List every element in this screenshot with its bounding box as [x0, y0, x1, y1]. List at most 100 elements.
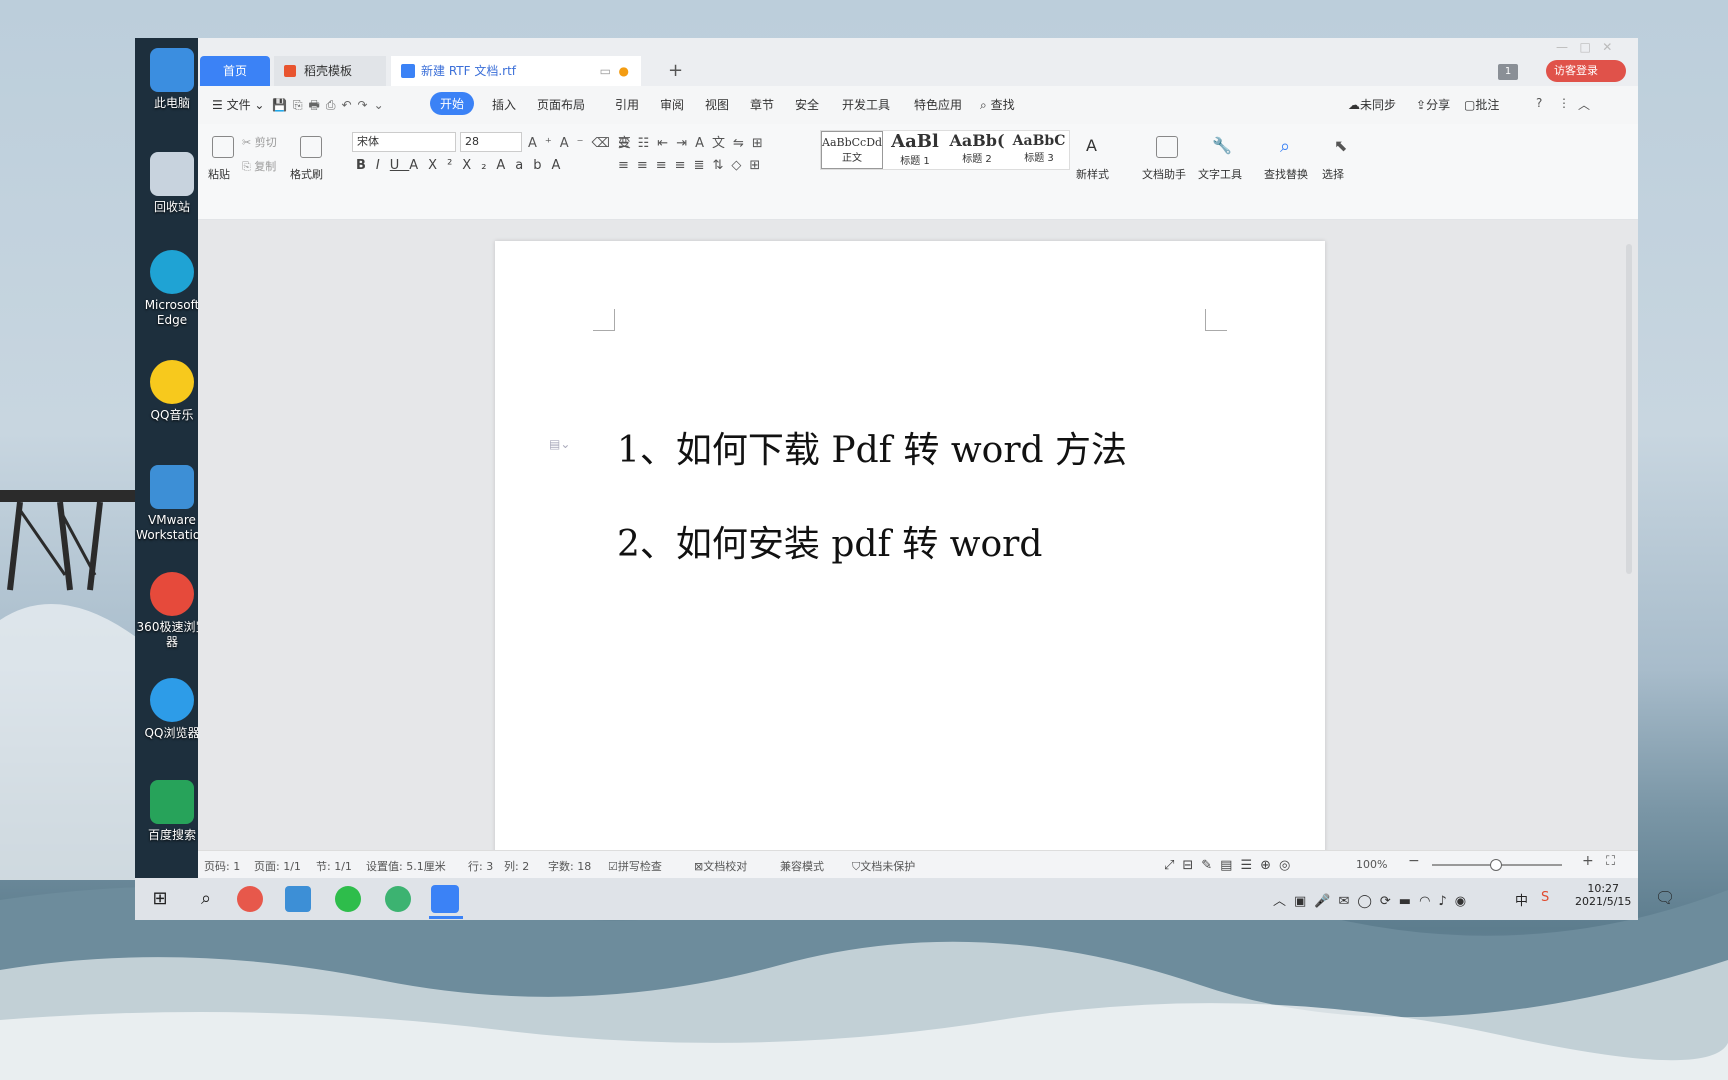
start-button[interactable]: ⊞: [143, 883, 177, 915]
status-word-count[interactable]: 字数: 18: [548, 858, 591, 874]
menu-tab-references[interactable]: 引用: [615, 96, 639, 113]
style-heading-3[interactable]: AaBbC 标题 3: [1009, 131, 1069, 169]
font-size-select[interactable]: 28: [460, 132, 522, 152]
new-tab-button[interactable]: +: [654, 56, 697, 86]
window-controls[interactable]: — □ ✕: [1556, 40, 1612, 54]
wrench-icon[interactable]: 🔧: [1212, 136, 1234, 158]
align-buttons[interactable]: ≡≡≡≡≣⇅◇⊞: [618, 158, 768, 173]
document-line-1[interactable]: 1、如何下载 Pdf 转 word 方法: [617, 421, 1127, 473]
wechat-taskbar-icon[interactable]: [335, 886, 361, 912]
tab-document[interactable]: 新建 RTF 文档.rtf ▭ ●: [391, 56, 641, 86]
menu-tab-insert[interactable]: 插入: [492, 96, 516, 113]
window-count-badge[interactable]: 1: [1498, 64, 1518, 80]
proof-icon: ⊠: [694, 860, 704, 873]
text-tools-button[interactable]: 文字工具: [1198, 166, 1242, 182]
tab-label: 新建 RTF 文档.rtf: [421, 64, 517, 78]
spell-check-button[interactable]: ☑拼写检查: [608, 858, 662, 874]
doc-helper-icon[interactable]: [1156, 136, 1178, 158]
sync-status[interactable]: ☁未同步: [1348, 96, 1396, 113]
status-col[interactable]: 列: 2: [504, 858, 529, 874]
doc-protect-button[interactable]: ⛉文档未保护: [852, 858, 915, 874]
wps-writer-taskbar-icon[interactable]: [431, 885, 459, 913]
vertical-scrollbar[interactable]: [1626, 230, 1634, 750]
cut-button[interactable]: ✂ 剪切: [242, 134, 277, 150]
document-page[interactable]: ▤⌄ 1、如何下载 Pdf 转 word 方法 2、如何安装 pdf 转 wor…: [495, 241, 1325, 901]
menu-tab-developer[interactable]: 开发工具: [842, 96, 890, 113]
style-heading-1[interactable]: AaBl 标题 1: [885, 131, 945, 169]
zoom-in-button[interactable]: +: [1582, 853, 1594, 869]
menu-tab-layout[interactable]: 页面布局: [537, 96, 585, 113]
paragraph-handle-icon[interactable]: ▤⌄: [549, 437, 570, 451]
select-button[interactable]: 选择: [1322, 166, 1344, 182]
status-row[interactable]: 行: 3: [468, 858, 493, 874]
more-icon[interactable]: ⋮: [1558, 96, 1570, 110]
status-section[interactable]: 节: 1/1: [316, 858, 352, 874]
new-style-button[interactable]: 新样式: [1076, 166, 1109, 182]
protect-label: 文档未保护: [860, 860, 916, 873]
menu-tab-home[interactable]: 开始: [430, 92, 475, 115]
clock[interactable]: 10:27 2021/5/15: [1575, 882, 1631, 908]
menu-tab-view[interactable]: 视图: [705, 96, 729, 113]
style-preview: AaBbC: [1012, 133, 1066, 149]
guest-login-button[interactable]: 访客登录: [1546, 60, 1626, 82]
tab-docer-templates[interactable]: 稻壳模板: [274, 56, 386, 86]
menu-file[interactable]: ☰ 文件 ⌄: [212, 96, 264, 113]
collapse-ribbon-icon[interactable]: ︿: [1578, 96, 1590, 113]
zoom-slider-thumb[interactable]: [1490, 859, 1502, 871]
list-indent-buttons[interactable]: ☰☷⇤⇥A文⇋⊞: [618, 132, 771, 151]
zoom-level[interactable]: 100%: [1356, 858, 1387, 871]
help-icon[interactable]: ?: [1536, 96, 1542, 110]
fullscreen-icon[interactable]: ⛶: [1606, 854, 1615, 869]
font-name-select[interactable]: 宋体: [352, 132, 456, 152]
quick-access-toolbar[interactable]: 💾⎘🖶⎙↶↷⌄: [272, 96, 390, 117]
notification-icon[interactable]: 🗨: [1655, 888, 1675, 907]
search-taskbar-icon[interactable]: ⌕: [189, 883, 223, 915]
wps-writer-icon: [401, 64, 415, 78]
scrollbar-thumb[interactable]: [1626, 244, 1632, 574]
ie-taskbar-icon[interactable]: [385, 886, 411, 912]
ime-indicator[interactable]: 中: [1515, 890, 1528, 909]
view-mode-buttons[interactable]: ⤢⊟✎▤☰⊕◎: [1164, 858, 1298, 873]
document-line-2[interactable]: 2、如何安装 pdf 转 word: [617, 515, 1042, 567]
status-compat[interactable]: 兼容模式: [780, 858, 824, 874]
vmware-taskbar-icon[interactable]: [285, 886, 311, 912]
menu-tab-features[interactable]: 特色应用: [914, 96, 962, 113]
status-pages[interactable]: 页面: 1/1: [254, 858, 301, 874]
wps-tray-icon[interactable]: S: [1541, 890, 1549, 905]
find-replace-button[interactable]: 查找替换: [1264, 166, 1308, 182]
share-button[interactable]: ⇪分享: [1416, 96, 1450, 113]
menu-tab-security[interactable]: 安全: [795, 96, 819, 113]
shield-icon: ⛉: [852, 860, 861, 873]
paste-icon[interactable]: [212, 136, 234, 158]
status-setting[interactable]: 设置值: 5.1厘米: [366, 858, 446, 874]
format-painter-button[interactable]: 格式刷: [290, 166, 323, 182]
tab-monitor-icon[interactable]: ▭: [600, 56, 611, 86]
font-style-buttons[interactable]: BIUAX²X₂AabA: [356, 158, 570, 173]
style-heading-2[interactable]: AaBb( 标题 2: [947, 131, 1007, 169]
copy-button[interactable]: ⎘ 复制: [242, 158, 276, 174]
format-painter-icon[interactable]: [300, 136, 322, 158]
search-button[interactable]: ⌕ 查找: [980, 96, 1015, 113]
share-label: 分享: [1426, 98, 1451, 112]
comment-button[interactable]: ▢批注: [1464, 96, 1499, 113]
cursor-icon[interactable]: ⬉: [1334, 136, 1356, 158]
unsaved-dot-icon: ●: [618, 64, 629, 78]
find-replace-icon[interactable]: ⌕: [1280, 136, 1302, 158]
menu-tab-chapter[interactable]: 章节: [750, 96, 774, 113]
tab-home[interactable]: 首页: [200, 56, 270, 86]
tab-label: 稻壳模板: [304, 64, 353, 78]
margin-corner-top-left: [593, 309, 615, 331]
doc-proof-button[interactable]: ⊠文档校对: [694, 858, 747, 874]
zoom-out-button[interactable]: −: [1408, 853, 1420, 869]
doc-helper-button[interactable]: 文档助手: [1142, 166, 1186, 182]
menu-tab-review[interactable]: 审阅: [660, 96, 684, 113]
style-name: 正文: [842, 153, 862, 164]
browser-360-taskbar-icon[interactable]: [237, 886, 263, 912]
status-page-code[interactable]: 页码: 1: [204, 858, 240, 874]
style-normal[interactable]: AaBbCcDd 正文: [821, 131, 883, 169]
system-tray-icons[interactable]: ︿▣🎤✉◯⟳▬◠♪◉: [1273, 890, 1474, 909]
new-style-icon[interactable]: A: [1086, 136, 1108, 158]
margin-corner-top-right: [1205, 309, 1227, 331]
paste-button[interactable]: 粘贴: [208, 166, 230, 182]
zoom-slider[interactable]: [1432, 859, 1562, 871]
